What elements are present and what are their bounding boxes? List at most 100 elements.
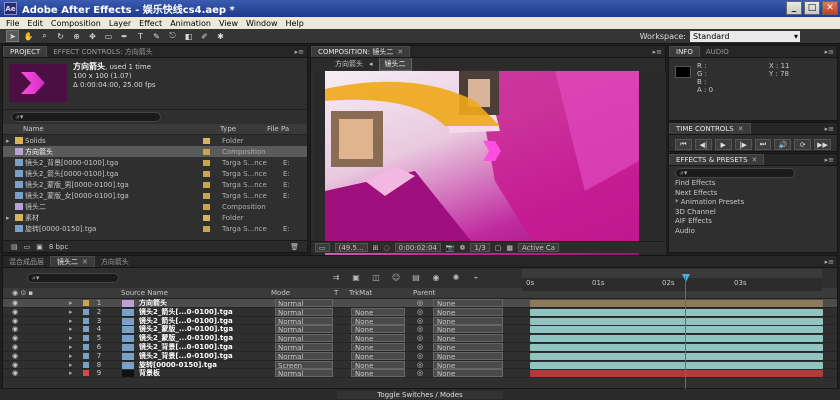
pen-tool-icon[interactable]: ✒ — [118, 30, 131, 42]
label-color-chip[interactable] — [203, 170, 210, 177]
panel-menu-icon[interactable]: ▸≡ — [653, 48, 662, 56]
layer-label-color[interactable] — [83, 343, 89, 350]
parent-pickwhip-icon[interactable]: ◎ — [417, 334, 423, 342]
col-parent[interactable]: Parent — [413, 289, 435, 297]
audio-icon[interactable]: 🔊 — [774, 139, 792, 150]
layer-source-name[interactable]: 镜头2_箭头[...0-0100].tga — [139, 308, 267, 316]
layer-expand-icon[interactable]: ▸ — [69, 343, 73, 351]
interpret-footage-icon[interactable]: ▤ — [11, 243, 18, 251]
crumb-current-comp[interactable]: 镜头二 — [378, 57, 412, 71]
layer-label-color[interactable] — [83, 317, 89, 324]
layer-parent-select[interactable]: None — [433, 360, 503, 370]
parent-pickwhip-icon[interactable]: ◎ — [417, 299, 423, 307]
crumb-arrow-comp[interactable]: 方向箭头 — [335, 59, 363, 69]
layer-row[interactable]: ◉ ▸ 7 镜头2_背景[...0-0100].tga Normal None ◎ None — [3, 351, 837, 361]
menu-file[interactable]: File — [6, 19, 19, 28]
label-color-chip[interactable] — [203, 203, 210, 210]
camera-tool-icon[interactable]: ⊕ — [70, 30, 83, 42]
visibility-eye-icon[interactable]: ◉ — [12, 369, 18, 377]
layer-parent-select[interactable]: None — [433, 316, 503, 326]
selection-tool-icon[interactable]: ➤ — [6, 30, 19, 42]
frame-blending-icon[interactable]: ▤ — [409, 272, 423, 283]
visibility-eye-icon[interactable]: ◉ — [12, 308, 18, 316]
grid-icon[interactable]: ⊞ — [373, 244, 379, 252]
col-source-name[interactable]: Source Name — [121, 289, 168, 297]
timecode-field[interactable]: 0:00:02:04 — [394, 243, 441, 252]
close-tab-icon[interactable]: ✕ — [752, 156, 758, 164]
layer-expand-icon[interactable]: ▸ — [69, 308, 73, 316]
close-tab-icon[interactable]: ✕ — [738, 125, 744, 133]
layer-row[interactable]: ◉ ▸ 9 背景板 Normal None ◎ None — [3, 369, 837, 378]
tab-info[interactable]: INFO — [669, 46, 700, 57]
menu-effect[interactable]: Effect — [139, 19, 162, 28]
effects-search-input[interactable]: ⌕▾ — [675, 168, 795, 178]
layer-parent-select[interactable]: None — [433, 307, 503, 317]
panel-menu-icon[interactable]: ▸≡ — [825, 125, 834, 133]
brainstorm-icon[interactable]: ✺ — [449, 272, 463, 283]
zoom-tool-icon[interactable]: ⌕ — [38, 30, 51, 42]
layer-mode-select[interactable]: Normal — [275, 369, 333, 378]
close-icon[interactable]: ✕ — [822, 1, 838, 15]
tab-composition[interactable]: COMPOSITION: 镜头二 ✕ — [311, 46, 411, 57]
current-time-indicator[interactable] — [682, 274, 690, 282]
layer-source-name[interactable]: 镜头2_蒙版_...0-0100].tga — [139, 325, 267, 333]
brush-tool-icon[interactable]: ✎ — [150, 30, 163, 42]
layer-expand-icon[interactable]: ▸ — [69, 299, 73, 307]
layer-mode-select[interactable]: Normal — [275, 299, 333, 308]
layer-parent-select[interactable]: None — [433, 334, 503, 343]
maximize-icon[interactable]: □ — [804, 1, 820, 15]
layer-mode-select[interactable]: Normal — [275, 342, 333, 352]
visibility-eye-icon[interactable]: ◉ — [12, 334, 18, 342]
layer-label-color[interactable] — [83, 352, 89, 359]
pan-behind-tool-icon[interactable]: ✥ — [86, 30, 99, 42]
project-item-row[interactable]: 镜头二 Composition — [3, 201, 307, 212]
parent-pickwhip-icon[interactable]: ◎ — [417, 361, 423, 369]
first-frame-icon[interactable]: ⏮ — [675, 139, 692, 150]
time-ruler[interactable]: 0s 01s 02s 03s — [522, 269, 822, 291]
visibility-eye-icon[interactable]: ◉ — [12, 299, 18, 307]
layer-parent-select[interactable]: None — [433, 299, 503, 308]
project-item-row[interactable]: ▸ Solids Folder — [3, 135, 307, 146]
menu-layer[interactable]: Layer — [109, 19, 131, 28]
trash-icon[interactable]: 🗑 — [290, 243, 299, 251]
col-t[interactable]: T — [334, 289, 338, 297]
layer-label-color[interactable] — [83, 335, 89, 342]
clone-stamp-tool-icon[interactable]: ⎋ — [166, 30, 179, 42]
project-item-row[interactable]: 方向箭头 Composition — [3, 146, 307, 157]
parent-pickwhip-icon[interactable]: ◎ — [417, 325, 423, 333]
menu-animation[interactable]: Animation — [170, 19, 211, 28]
layer-expand-icon[interactable]: ▸ — [69, 334, 73, 342]
layer-source-name[interactable]: 镜头2_箭头[...0-0100].tga — [139, 317, 267, 325]
menu-view[interactable]: View — [219, 19, 238, 28]
toggle-switches-modes-button[interactable]: Toggle Switches / Modes — [337, 390, 503, 399]
layer-mode-select[interactable]: Normal — [275, 351, 333, 361]
layer-duration-bar[interactable] — [530, 361, 823, 369]
prev-frame-icon[interactable]: ◀| — [694, 139, 712, 150]
visibility-eye-icon[interactable]: ◉ — [12, 325, 18, 333]
tab-time-controls[interactable]: TIME CONTROLS ✕ — [669, 123, 751, 134]
last-frame-icon[interactable]: ⏭ — [754, 139, 772, 150]
ram-preview-icon[interactable]: ▶▶ — [814, 139, 831, 150]
panel-menu-icon[interactable]: ▸≡ — [825, 258, 834, 266]
layer-mode-select[interactable]: Normal — [275, 316, 333, 326]
close-tab-icon[interactable]: ✕ — [82, 258, 88, 266]
layer-expand-icon[interactable]: ▸ — [69, 352, 73, 360]
visibility-eye-icon[interactable]: ◉ — [12, 361, 18, 369]
panel-menu-icon[interactable]: ▸≡ — [825, 156, 834, 164]
new-folder-icon[interactable]: ▭ — [24, 243, 31, 251]
live-update-icon[interactable]: ▣ — [349, 272, 363, 283]
tab-timeline-mix[interactable]: 混合成品层 — [3, 256, 50, 267]
project-item-row[interactable]: 镜头2_箭头[0000-0100].tga Targa S...nce E: — [3, 168, 307, 179]
effects-item[interactable]: * Animation Presets — [675, 198, 837, 208]
tab-timeline-arrow[interactable]: 方向箭头 — [95, 256, 135, 267]
rotate-tool-icon[interactable]: ↻ — [54, 30, 67, 42]
new-comp-icon[interactable]: ▣ — [36, 243, 43, 251]
layer-parent-select[interactable]: None — [433, 369, 503, 378]
label-color-chip[interactable] — [203, 214, 210, 221]
panel-menu-icon[interactable]: ▸≡ — [295, 48, 304, 56]
panel-menu-icon[interactable]: ▸≡ — [825, 48, 834, 56]
col-name[interactable]: Name — [3, 125, 203, 133]
work-area-bar[interactable] — [522, 269, 822, 278]
effects-item[interactable]: Find Effects — [675, 179, 837, 189]
project-item-row[interactable]: 镜头2_背景[0000-0100].tga Targa S...nce E: — [3, 157, 307, 168]
